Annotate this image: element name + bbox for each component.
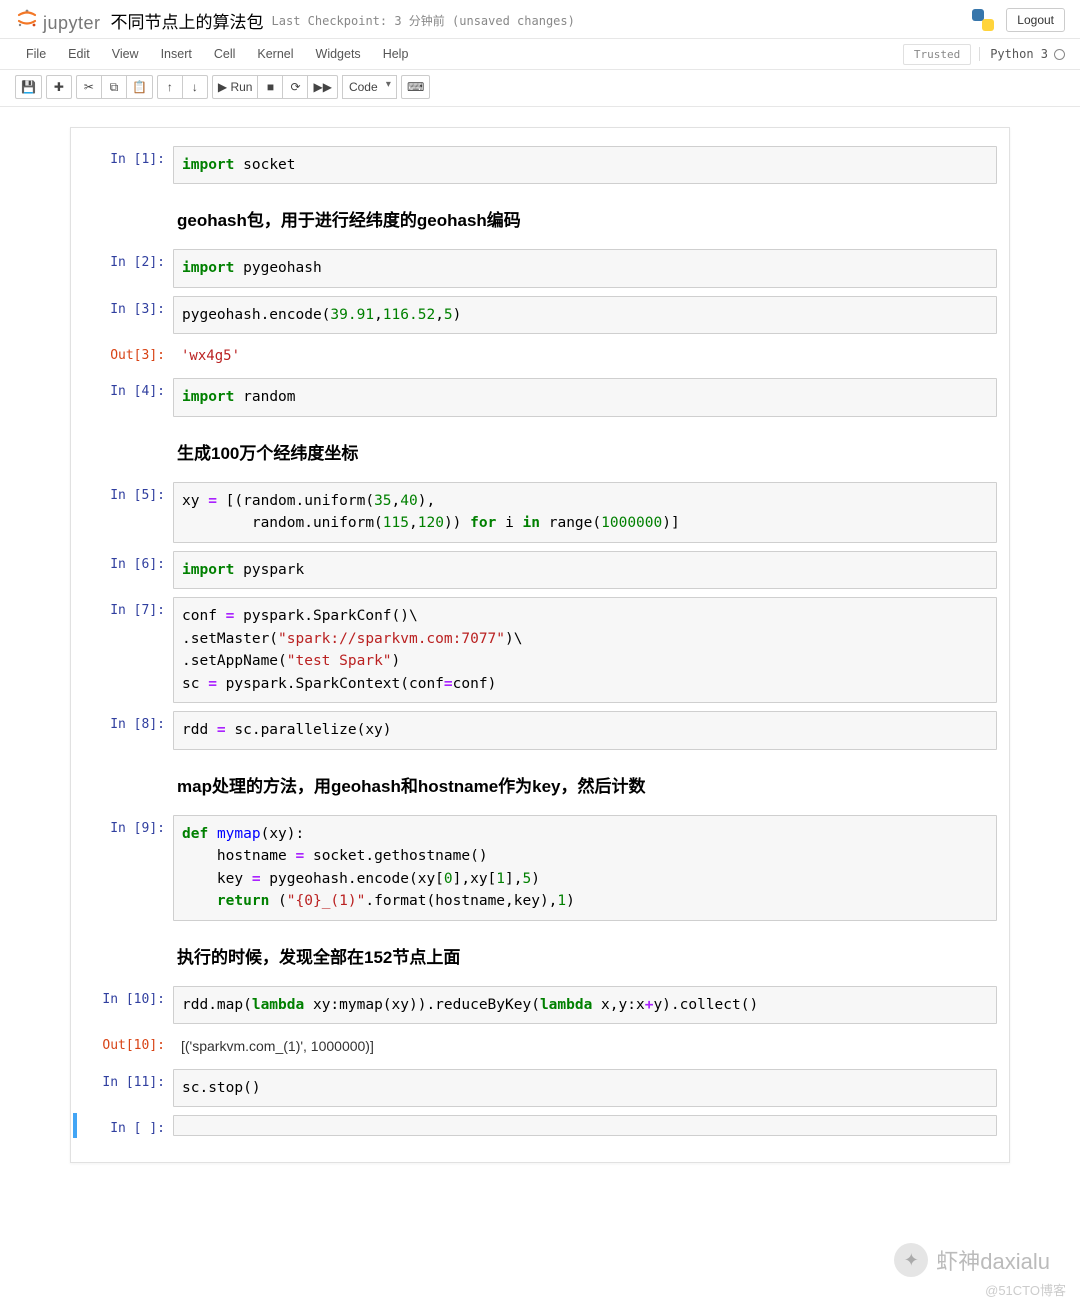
watermark-text: 虾神daxialu bbox=[936, 1244, 1050, 1276]
code-input[interactable] bbox=[173, 1115, 997, 1136]
code-cell-active[interactable]: In [ ]: bbox=[73, 1113, 1003, 1138]
output-cell: Out[3]: 'wx4g5' bbox=[77, 340, 1003, 372]
input-prompt: In [9]: bbox=[83, 815, 173, 921]
input-prompt bbox=[83, 758, 173, 807]
input-prompt: In [10]: bbox=[83, 986, 173, 1024]
trusted-indicator[interactable]: Trusted bbox=[903, 44, 971, 65]
code-input[interactable]: xy = [(random.uniform(35,40), random.uni… bbox=[173, 482, 997, 543]
code-input[interactable]: rdd.map(lambda xy:mymap(xy)).reduceByKey… bbox=[173, 986, 997, 1024]
markdown-rendered: geohash包，用于进行经纬度的geohash编码 bbox=[173, 192, 997, 241]
code-input[interactable]: pygeohash.encode(39.91,116.52,5) bbox=[173, 296, 997, 334]
code-cell[interactable]: In [2]: import pygeohash bbox=[77, 247, 1003, 289]
input-prompt: In [1]: bbox=[83, 146, 173, 184]
code-input[interactable]: sc.stop() bbox=[173, 1069, 997, 1107]
python-icon bbox=[972, 9, 994, 31]
output-cell: Out[10]: [('sparkvm.com_(1)', 1000000)] bbox=[77, 1030, 1003, 1063]
cut-button[interactable]: ✂ bbox=[76, 75, 102, 99]
logout-button[interactable]: Logout bbox=[1006, 8, 1065, 32]
menu-view[interactable]: View bbox=[101, 39, 150, 69]
cell-type-select[interactable]: Code bbox=[342, 75, 397, 99]
watermark: ✦ 虾神daxialu bbox=[894, 1243, 1050, 1277]
command-palette-button[interactable]: ⌨ bbox=[401, 75, 430, 99]
output-area: 'wx4g5' bbox=[173, 342, 997, 370]
jupyter-icon bbox=[15, 6, 39, 30]
code-cell[interactable]: In [11]: sc.stop() bbox=[77, 1067, 1003, 1109]
markdown-cell[interactable]: 执行的时候，发现全部在152节点上面 bbox=[77, 927, 1003, 980]
input-prompt: In [2]: bbox=[83, 249, 173, 287]
input-prompt: In [7]: bbox=[83, 597, 173, 703]
copy-button[interactable]: ⧉ bbox=[101, 75, 127, 99]
code-cell[interactable]: In [10]: rdd.map(lambda xy:mymap(xy)).re… bbox=[77, 984, 1003, 1026]
code-cell[interactable]: In [5]: xy = [(random.uniform(35,40), ra… bbox=[77, 480, 1003, 545]
kernel-name: Python 3 bbox=[990, 47, 1048, 61]
toolbar: 💾 ✚ ✂ ⧉ 📋 ↑ ↓ ▶ Run ■ ⟳ ▶▶ Code ⌨ bbox=[0, 70, 1080, 107]
markdown-rendered: map处理的方法，用geohash和hostname作为key，然后计数 bbox=[173, 758, 997, 807]
code-input[interactable]: rdd = sc.parallelize(xy) bbox=[173, 711, 997, 749]
paste-button[interactable]: 📋 bbox=[126, 75, 153, 99]
jupyter-logo[interactable]: jupyter bbox=[15, 6, 101, 34]
kernel-status-icon bbox=[1054, 49, 1065, 60]
move-up-button[interactable]: ↑ bbox=[157, 75, 183, 99]
input-prompt bbox=[83, 192, 173, 241]
code-cell[interactable]: In [9]: def mymap(xy): hostname = socket… bbox=[77, 813, 1003, 923]
code-cell[interactable]: In [1]: import socket bbox=[77, 144, 1003, 186]
code-cell[interactable]: In [4]: import random bbox=[77, 376, 1003, 418]
run-button[interactable]: ▶ Run bbox=[212, 75, 259, 99]
input-prompt bbox=[83, 425, 173, 474]
restart-button[interactable]: ⟳ bbox=[282, 75, 308, 99]
code-input[interactable]: import random bbox=[173, 378, 997, 416]
code-cell[interactable]: In [3]: pygeohash.encode(39.91,116.52,5) bbox=[77, 294, 1003, 336]
menu-widgets[interactable]: Widgets bbox=[305, 39, 372, 69]
kernel-indicator[interactable]: Python 3 bbox=[979, 47, 1065, 61]
menu-kernel[interactable]: Kernel bbox=[246, 39, 304, 69]
input-prompt: In [ ]: bbox=[83, 1115, 173, 1136]
notebook-header: jupyter 不同节点上的算法包 Last Checkpoint: 3 分钟前… bbox=[0, 0, 1080, 39]
output-prompt: Out[10]: bbox=[83, 1032, 173, 1061]
input-prompt: In [4]: bbox=[83, 378, 173, 416]
markdown-cell[interactable]: map处理的方法，用geohash和hostname作为key，然后计数 bbox=[77, 756, 1003, 809]
notebook-name[interactable]: 不同节点上的算法包 bbox=[111, 8, 264, 33]
save-button[interactable]: 💾 bbox=[15, 75, 42, 99]
jupyter-text: jupyter bbox=[43, 13, 101, 34]
markdown-rendered: 生成100万个经纬度坐标 bbox=[173, 425, 997, 474]
input-prompt bbox=[83, 929, 173, 978]
input-prompt: In [11]: bbox=[83, 1069, 173, 1107]
interrupt-button[interactable]: ■ bbox=[257, 75, 283, 99]
input-prompt: In [8]: bbox=[83, 711, 173, 749]
menu-file[interactable]: File bbox=[15, 39, 57, 69]
checkpoint-status: Last Checkpoint: 3 分钟前 (unsaved changes) bbox=[272, 12, 575, 29]
code-cell[interactable]: In [7]: conf = pyspark.SparkConf()\ .set… bbox=[77, 595, 1003, 705]
code-input[interactable]: def mymap(xy): hostname = socket.gethost… bbox=[173, 815, 997, 921]
markdown-cell[interactable]: geohash包，用于进行经纬度的geohash编码 bbox=[77, 190, 1003, 243]
menu-edit[interactable]: Edit bbox=[57, 39, 101, 69]
notebook-container: In [1]: import socket geohash包，用于进行经纬度的g… bbox=[0, 107, 1080, 1223]
input-prompt: In [6]: bbox=[83, 551, 173, 589]
menu-help[interactable]: Help bbox=[372, 39, 420, 69]
code-cell[interactable]: In [8]: rdd = sc.parallelize(xy) bbox=[77, 709, 1003, 751]
output-prompt: Out[3]: bbox=[83, 342, 173, 370]
wechat-icon: ✦ bbox=[894, 1243, 928, 1277]
markdown-rendered: 执行的时候，发现全部在152节点上面 bbox=[173, 929, 997, 978]
input-prompt: In [5]: bbox=[83, 482, 173, 543]
markdown-cell[interactable]: 生成100万个经纬度坐标 bbox=[77, 423, 1003, 476]
move-down-button[interactable]: ↓ bbox=[182, 75, 208, 99]
code-input[interactable]: import pygeohash bbox=[173, 249, 997, 287]
restart-run-all-button[interactable]: ▶▶ bbox=[307, 75, 337, 99]
menu-insert[interactable]: Insert bbox=[150, 39, 203, 69]
code-input[interactable]: import pyspark bbox=[173, 551, 997, 589]
code-cell[interactable]: In [6]: import pyspark bbox=[77, 549, 1003, 591]
menu-cell[interactable]: Cell bbox=[203, 39, 247, 69]
notebook: In [1]: import socket geohash包，用于进行经纬度的g… bbox=[70, 127, 1010, 1163]
watermark-sub: @51CTO博客 bbox=[985, 1280, 1066, 1299]
input-prompt: In [3]: bbox=[83, 296, 173, 334]
add-cell-button[interactable]: ✚ bbox=[46, 75, 72, 99]
code-input[interactable]: import socket bbox=[173, 146, 997, 184]
code-input[interactable]: conf = pyspark.SparkConf()\ .setMaster("… bbox=[173, 597, 997, 703]
menubar: File Edit View Insert Cell Kernel Widget… bbox=[0, 39, 1080, 70]
output-area: [('sparkvm.com_(1)', 1000000)] bbox=[173, 1032, 997, 1061]
